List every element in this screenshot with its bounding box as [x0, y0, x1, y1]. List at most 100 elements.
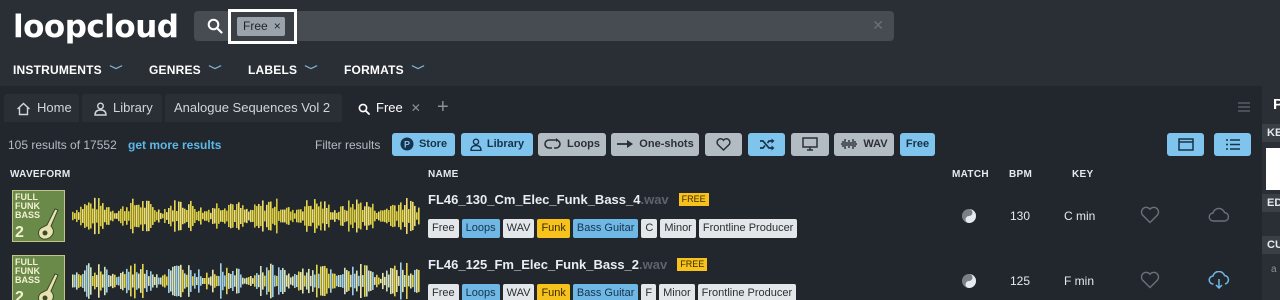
list-view-button[interactable] — [1214, 133, 1251, 156]
col-name[interactable]: NAME — [428, 169, 459, 180]
tag[interactable]: Bass Guitar — [572, 284, 639, 300]
filter-device-button[interactable] — [791, 133, 829, 156]
tag[interactable]: Loops — [461, 219, 500, 238]
loopcloud-logo[interactable]: loopcloud — [13, 9, 179, 45]
filter-one-shots-button[interactable]: One-shots — [611, 133, 699, 156]
bass-guitar-icon — [38, 208, 59, 240]
tab-bar: Home Library Analogue Sequences Vol 2 Fr… — [0, 94, 1262, 122]
panel-section-key-label: KE — [1267, 127, 1280, 139]
search-bar[interactable]: Free × ✕ — [194, 9, 894, 44]
table-row[interactable]: FULL FUNK BASS 2 FL46_130_Cm_Elec_Funk_B… — [0, 184, 1262, 248]
filter-free-button[interactable]: Free — [900, 133, 935, 156]
pack-cover-image[interactable]: FULL FUNK BASS 2 — [12, 190, 65, 242]
nav-formats-label: FORMATS — [344, 63, 404, 77]
tag[interactable]: Minor — [659, 284, 695, 300]
user-icon — [94, 102, 107, 116]
tag[interactable]: Funk — [537, 219, 570, 238]
tag[interactable]: Funk — [537, 284, 570, 300]
tag[interactable]: Frontline Producer — [698, 219, 798, 238]
oneshot-icon — [617, 140, 634, 149]
tab-free[interactable]: Free ✕ — [345, 94, 428, 122]
cover-number: 2 — [15, 224, 24, 241]
tag[interactable]: Loops — [461, 284, 500, 300]
heart-icon[interactable] — [1140, 271, 1160, 289]
chevron-down-icon: ﹀ — [411, 66, 425, 77]
key-value: F min — [1064, 274, 1094, 288]
tab-analogue-sequences[interactable]: Analogue Sequences Vol 2 — [165, 94, 342, 122]
search-chip-label: Free — [243, 19, 268, 33]
col-bpm[interactable]: BPM — [1009, 169, 1032, 180]
panel-section-edit-label: ED — [1267, 197, 1280, 209]
filter-library-button[interactable]: Library — [461, 133, 533, 156]
panel-key-selector[interactable] — [1266, 148, 1280, 190]
tag[interactable]: C — [641, 219, 658, 238]
tag[interactable]: Free — [428, 284, 459, 300]
tab-home[interactable]: Home — [4, 94, 79, 122]
nav-instruments[interactable]: INSTRUMENTS ﹀ — [13, 62, 123, 77]
waveform[interactable] — [72, 261, 420, 300]
search-chip-free[interactable]: Free × — [237, 17, 285, 36]
monitor-icon — [802, 137, 818, 151]
nav-genres[interactable]: GENRES ﹀ — [149, 62, 221, 77]
col-key[interactable]: KEY — [1072, 169, 1093, 180]
key-value: C min — [1064, 209, 1096, 223]
filter-results-label: Filter results — [315, 138, 381, 152]
panel-section-cu[interactable]: CU — [1262, 236, 1280, 254]
table-row[interactable]: FULL FUNK BASS 2 FL46_125_Fm_Elec_Funk_B… — [0, 249, 1262, 300]
nav-instruments-label: INSTRUMENTS — [13, 63, 102, 77]
filter-shuffle-button[interactable] — [748, 133, 785, 156]
card-view-icon — [1177, 137, 1194, 151]
cover-number: 2 — [15, 289, 24, 300]
heart-icon[interactable] — [1140, 206, 1160, 224]
sample-name[interactable]: FL46_125_Fm_Elec_Funk_Bass_2.wav FREE — [428, 257, 708, 272]
sample-extension: .wav — [640, 192, 669, 207]
free-badge: FREE — [677, 258, 708, 271]
bpm-value: 130 — [1010, 209, 1031, 223]
card-view-button[interactable] — [1167, 133, 1204, 156]
cloud-download-icon[interactable] — [1208, 271, 1230, 289]
tag[interactable]: Frontline Producer — [697, 284, 797, 300]
col-waveform[interactable]: WAVEFORM — [10, 169, 71, 180]
nav-labels[interactable]: LABELS ﹀ — [248, 62, 318, 77]
filter-favorites-button[interactable] — [705, 133, 742, 156]
right-side-panel: P KE ED CU a — [1262, 86, 1280, 300]
close-icon[interactable]: ✕ — [411, 101, 421, 115]
user-icon — [470, 138, 482, 151]
chip-remove-icon[interactable]: × — [274, 19, 281, 33]
tab-library[interactable]: Library — [82, 94, 162, 122]
add-tab-button[interactable]: + — [437, 96, 449, 119]
panel-section-edit[interactable]: ED — [1262, 194, 1280, 212]
waveform[interactable] — [72, 196, 420, 236]
tag[interactable]: WAV — [502, 284, 535, 300]
chevron-down-icon: ﹀ — [304, 66, 318, 77]
tag[interactable]: F — [641, 284, 657, 300]
sample-name[interactable]: FL46_130_Cm_Elec_Funk_Bass_4.wav FREE — [428, 192, 709, 207]
tag[interactable]: Bass Guitar — [572, 219, 639, 238]
tag-list: Free Loops WAV Funk Bass Guitar C Minor Frontli… — [428, 218, 800, 238]
pack-cover-image[interactable]: FULL FUNK BASS 2 — [12, 255, 65, 300]
list-view-icon — [1225, 138, 1240, 150]
sample-extension: .wav — [639, 257, 668, 272]
tab-analogue-sequences-label: Analogue Sequences Vol 2 — [174, 100, 331, 115]
tabs-menu-icon[interactable] — [1238, 102, 1250, 112]
filter-store-button[interactable]: P Store — [392, 133, 455, 156]
tag[interactable]: Minor — [660, 219, 696, 238]
tag[interactable]: WAV — [502, 219, 535, 238]
cloud-icon[interactable] — [1208, 206, 1230, 224]
col-match[interactable]: MATCH — [952, 169, 989, 180]
filter-loops-label: Loops — [567, 138, 600, 150]
search-icon — [207, 18, 223, 34]
get-more-results-link[interactable]: get more results — [128, 138, 221, 152]
filter-free-label: Free — [905, 138, 930, 150]
panel-section-key[interactable]: KE — [1262, 124, 1280, 142]
search-clear-icon[interactable]: ✕ — [872, 17, 884, 34]
filter-loops-button[interactable]: Loops — [538, 133, 606, 156]
tag[interactable]: Free — [428, 219, 459, 238]
match-icon — [962, 274, 976, 288]
heart-icon — [716, 137, 731, 151]
filter-wav-button[interactable]: WAV — [834, 133, 894, 156]
nav-formats[interactable]: FORMATS ﹀ — [344, 62, 425, 77]
free-badge: FREE — [678, 193, 709, 206]
search-chip-highlight: Free × — [228, 9, 297, 44]
chevron-down-icon: ﹀ — [109, 66, 123, 77]
